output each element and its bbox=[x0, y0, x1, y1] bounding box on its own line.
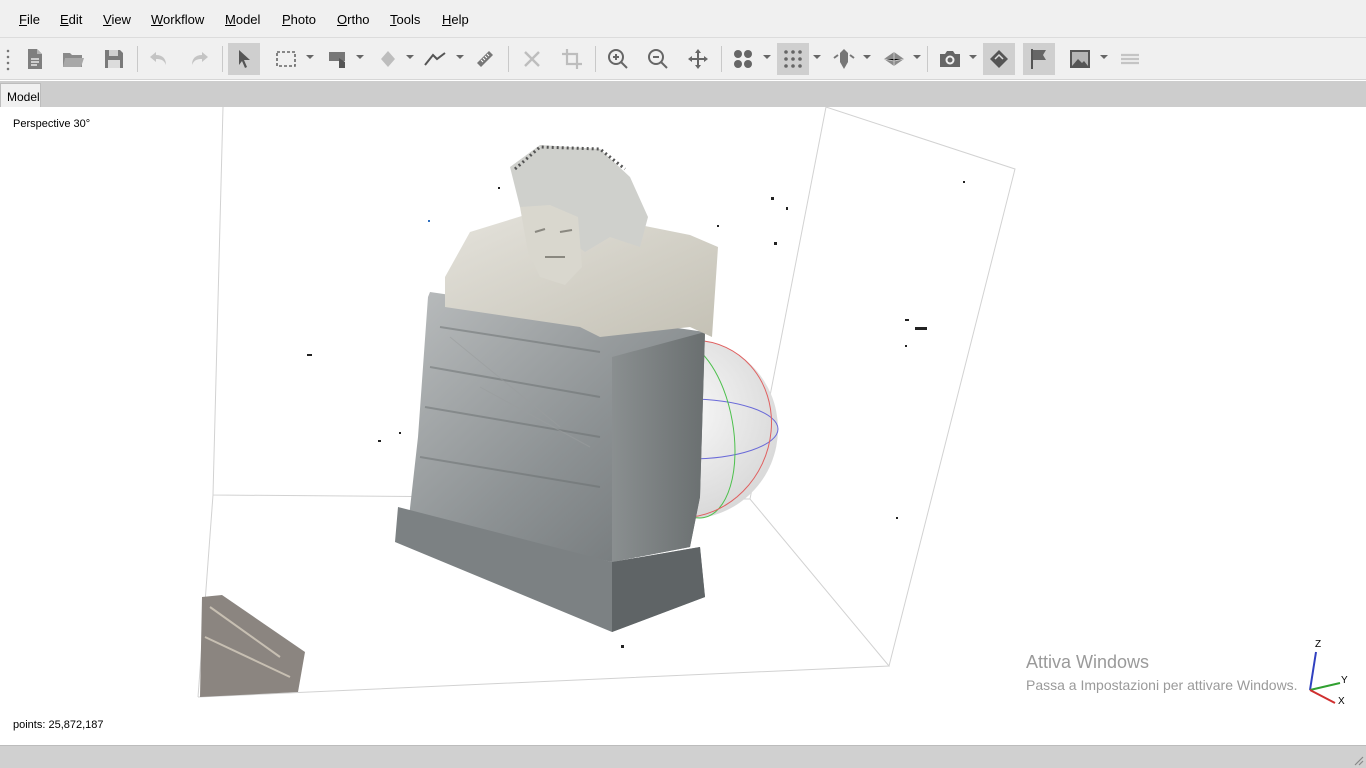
layers-icon[interactable] bbox=[1114, 43, 1146, 75]
image-dropdown-arrow[interactable] bbox=[1100, 55, 1108, 59]
delete-icon[interactable] bbox=[516, 43, 548, 75]
ruler-icon[interactable] bbox=[419, 43, 451, 75]
windows-activation-title: Attiva Windows bbox=[1026, 652, 1150, 672]
selection-dropdown-arrow[interactable] bbox=[306, 55, 314, 59]
draw-shape-icon[interactable] bbox=[322, 43, 354, 75]
menu-tools-label: ools bbox=[396, 12, 421, 27]
menu-workflow-label: orkflow bbox=[163, 12, 205, 27]
toolbar-separator bbox=[721, 46, 722, 72]
mesh-dropdown-arrow[interactable] bbox=[913, 55, 921, 59]
fill-dropdown-arrow[interactable] bbox=[406, 55, 414, 59]
menu-ortho-label: rtho bbox=[347, 12, 370, 27]
status-bar bbox=[0, 745, 1366, 768]
menu-help-mnemonic: H bbox=[442, 12, 452, 27]
menu-file-label: ile bbox=[26, 12, 40, 27]
draw-dropdown-arrow[interactable] bbox=[356, 55, 364, 59]
menu-photo-mnemonic: P bbox=[282, 12, 291, 27]
windows-activation-subtitle: Passa a Impostazioni per attivare Window… bbox=[1026, 677, 1298, 693]
ruler-dropdown-arrow[interactable] bbox=[456, 55, 464, 59]
measure-icon[interactable] bbox=[469, 43, 501, 75]
axis-x-label: X bbox=[1338, 696, 1345, 707]
axis-y-label: Y bbox=[1341, 675, 1348, 686]
noise-point-blue bbox=[428, 220, 430, 222]
menu-workflow[interactable]: Workflow bbox=[151, 12, 204, 27]
camera-icon[interactable] bbox=[934, 43, 966, 75]
scene-canvas[interactable]: Z Y X bbox=[0, 107, 1366, 745]
crop-icon[interactable] bbox=[556, 43, 588, 75]
axis-z-label: Z bbox=[1315, 639, 1321, 650]
zoom-out-icon[interactable] bbox=[642, 43, 674, 75]
menu-file[interactable]: File bbox=[19, 12, 40, 27]
menu-model-label: odel bbox=[235, 12, 261, 27]
menu-ortho[interactable]: Ortho bbox=[337, 12, 370, 27]
menu-view[interactable]: View bbox=[103, 12, 131, 27]
menu-edit-mnemonic: E bbox=[60, 12, 69, 27]
rectangle-selection-icon[interactable] bbox=[270, 43, 302, 75]
menu-file-mnemonic: F bbox=[19, 12, 27, 27]
point-count-label: points: 25,872,187 bbox=[13, 719, 104, 731]
menu-tools[interactable]: Tools bbox=[390, 12, 420, 27]
new-document-icon[interactable] bbox=[18, 43, 50, 75]
toolbar-separator bbox=[595, 46, 596, 72]
menu-help-label: elp bbox=[451, 12, 469, 27]
save-disk-icon[interactable] bbox=[98, 43, 130, 75]
menu-help[interactable]: Help bbox=[442, 12, 469, 27]
points-dropdown-arrow[interactable] bbox=[763, 55, 771, 59]
toolbar-separator bbox=[927, 46, 928, 72]
menu-bar: File Edit View Workflow Model Photo Orth… bbox=[0, 0, 1366, 38]
resize-grip-icon[interactable] bbox=[1352, 754, 1364, 766]
dense-points-icon[interactable] bbox=[777, 43, 809, 75]
move-object-icon[interactable] bbox=[682, 43, 714, 75]
toolbar-grip[interactable] bbox=[6, 48, 10, 72]
tiled-model-dropdown-arrow[interactable] bbox=[863, 55, 871, 59]
tiled-model-icon[interactable] bbox=[828, 43, 860, 75]
zoom-in-icon[interactable] bbox=[602, 43, 634, 75]
toolbar-separator bbox=[137, 46, 138, 72]
image-icon[interactable] bbox=[1064, 43, 1096, 75]
navigation-arrow-icon[interactable] bbox=[228, 43, 260, 75]
tab-model[interactable]: Model bbox=[0, 83, 41, 107]
toolbar bbox=[0, 38, 1366, 80]
model-viewport[interactable]: Z Y X Perspective 30° points: 25,872,187… bbox=[0, 107, 1366, 745]
redo-icon[interactable] bbox=[183, 43, 215, 75]
monument-pedestal bbox=[395, 292, 705, 632]
shape-show-icon[interactable] bbox=[983, 43, 1015, 75]
menu-ortho-mnemonic: O bbox=[337, 12, 348, 27]
dense-points-dropdown-arrow[interactable] bbox=[813, 55, 821, 59]
menu-view-label: iew bbox=[111, 12, 131, 27]
undo-icon[interactable] bbox=[143, 43, 175, 75]
mesh-icon[interactable] bbox=[878, 43, 910, 75]
fill-icon[interactable] bbox=[372, 43, 404, 75]
axis-gizmo: Z Y X bbox=[1309, 639, 1348, 707]
points-icon[interactable] bbox=[727, 43, 759, 75]
menu-photo-label: hoto bbox=[290, 12, 316, 27]
menu-model-mnemonic: M bbox=[225, 12, 236, 27]
toolbar-separator bbox=[222, 46, 223, 72]
menu-workflow-mnemonic: W bbox=[151, 12, 164, 27]
menu-model[interactable]: Model bbox=[225, 12, 260, 27]
perspective-label: Perspective 30° bbox=[13, 118, 91, 130]
menu-edit-label: dit bbox=[68, 12, 83, 27]
view-tab-bar: Model bbox=[0, 81, 1366, 107]
open-folder-icon[interactable] bbox=[57, 43, 89, 75]
bust-sculpture bbox=[445, 145, 718, 337]
toolbar-separator bbox=[508, 46, 509, 72]
menu-photo[interactable]: Photo bbox=[282, 12, 316, 27]
marker-flag-icon[interactable] bbox=[1023, 43, 1055, 75]
camera-dropdown-arrow[interactable] bbox=[969, 55, 977, 59]
menu-edit[interactable]: Edit bbox=[60, 12, 82, 27]
